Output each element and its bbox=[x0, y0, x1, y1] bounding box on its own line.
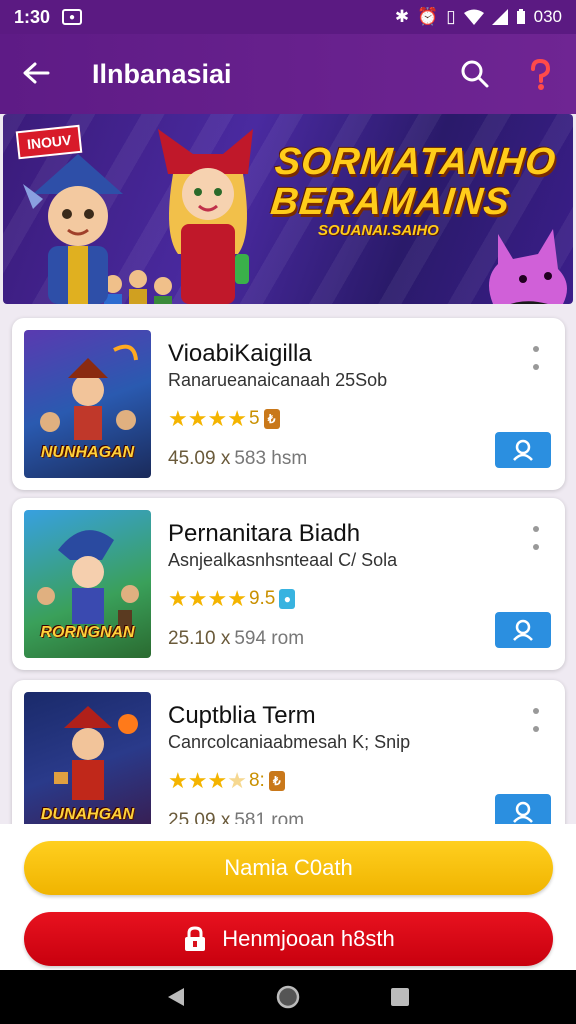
battery-icon bbox=[516, 9, 526, 25]
star-icon: ★ bbox=[168, 768, 188, 793]
back-arrow-icon[interactable] bbox=[22, 56, 62, 93]
status-time: 1:30 bbox=[14, 6, 51, 27]
game-title: Pernanitara Biadh bbox=[168, 520, 361, 547]
banner-hero-girl-illustration bbox=[158, 129, 253, 304]
game-list[interactable]: NUNHAGAN VioabiKaigilla Ranarueanaicanaa… bbox=[0, 314, 576, 824]
status-bar: 1:30 ● ✱ ⏰ ▯ 030 bbox=[0, 0, 576, 34]
game-subtitle: Canrcolcaniaabmesah K; Snip bbox=[168, 732, 411, 752]
search-icon[interactable] bbox=[460, 59, 490, 89]
list-item[interactable]: NUNHAGAN VioabiKaigilla Ranarueanaicanaa… bbox=[12, 318, 565, 490]
banner-headline: SORMATANHO BERAMAINS bbox=[268, 141, 559, 223]
alarm-icon: ⏰ bbox=[417, 7, 439, 26]
star-icon: ★ bbox=[187, 768, 208, 793]
user-icon bbox=[513, 439, 533, 461]
bluetooth-icon: ✱ bbox=[394, 7, 410, 26]
game-rating: ★ ★ ★ ★ 9.5 ● bbox=[168, 586, 296, 612]
game-price-row: 25.09 x 581 rom bbox=[168, 810, 304, 824]
game-meta: 583 hsm bbox=[234, 448, 308, 469]
promo-banner[interactable]: INOUV SORMATANHO BERAMAINS SOUANAI.SAIHO bbox=[3, 114, 573, 304]
rating-value: 8: bbox=[248, 770, 265, 791]
game-title: VioabiKaigilla bbox=[168, 340, 312, 367]
status-icons: ✱ ⏰ ▯ 030 bbox=[395, 7, 562, 27]
game-action-button[interactable] bbox=[495, 612, 551, 648]
banner-wolf-illustration bbox=[489, 229, 567, 304]
rating-badge-icon: ● bbox=[279, 589, 296, 609]
game-title: Cuptblia Term bbox=[168, 702, 316, 729]
game-action-button[interactable] bbox=[495, 794, 551, 824]
banner-subheadline: SOUANAI.SAIHO bbox=[318, 222, 439, 239]
nav-home-icon[interactable] bbox=[274, 983, 302, 1011]
game-thumbnail[interactable]: DUNAHGAN bbox=[24, 692, 151, 824]
list-item[interactable]: DUNAHGAN Cuptblia Term Canrcolcaniaabmes… bbox=[12, 680, 565, 824]
secondary-button-label: Henmjooan h8sth bbox=[222, 926, 395, 951]
bottom-action-panel: Namia C0ath Henmjooan h8sth bbox=[0, 824, 576, 970]
star-icon: ★ bbox=[168, 406, 188, 431]
game-thumbnail-title: DUNAHGAN bbox=[40, 806, 135, 823]
game-action-button[interactable] bbox=[495, 432, 551, 468]
rating-value: 9.5 bbox=[248, 588, 276, 609]
game-meta: 581 rom bbox=[234, 810, 305, 824]
game-subtitle: Asnjealkasnhsnteaal C/ Sola bbox=[168, 550, 398, 570]
star-icon: ★ bbox=[227, 586, 247, 611]
user-icon bbox=[513, 619, 533, 641]
lock-icon bbox=[182, 926, 208, 952]
vibrate-icon: ▯ bbox=[446, 7, 456, 26]
nav-recents-icon[interactable] bbox=[386, 983, 414, 1011]
game-price: 25.10 x bbox=[168, 628, 231, 649]
star-icon: ★ bbox=[187, 586, 208, 611]
more-options-icon[interactable] bbox=[533, 526, 539, 550]
game-thumbnail[interactable]: NUNHAGAN bbox=[24, 330, 151, 478]
battery-text: 030 bbox=[533, 7, 562, 26]
game-thumbnail[interactable]: RORNGNAN bbox=[24, 510, 151, 658]
banner-headline-line1: SORMATANHO bbox=[272, 141, 559, 183]
rating-badge-icon: ₺ bbox=[263, 409, 280, 429]
app-bar: Ilnbanasiai bbox=[0, 34, 576, 114]
primary-button[interactable]: Namia C0ath bbox=[24, 841, 553, 895]
more-options-icon[interactable] bbox=[533, 708, 539, 732]
game-rating: ★ ★ ★ ★ 8: ₺ bbox=[168, 768, 285, 794]
star-icon: ★ bbox=[207, 586, 228, 611]
game-thumbnail-title: RORNGNAN bbox=[40, 624, 135, 641]
user-icon bbox=[513, 801, 533, 823]
list-item[interactable]: RORNGNAN Pernanitara Biadh Asnjealkasnhs… bbox=[12, 498, 565, 670]
game-price-row: 45.09 x 583 hsm bbox=[168, 448, 307, 470]
more-options-icon[interactable] bbox=[533, 346, 539, 370]
banner-hero-boy-illustration bbox=[23, 154, 123, 304]
system-navigation-bar bbox=[0, 970, 576, 1024]
star-icon: ★ bbox=[207, 406, 228, 431]
signal-icon bbox=[491, 9, 508, 25]
game-price: 45.09 x bbox=[168, 448, 231, 469]
star-icon: ★ bbox=[227, 406, 247, 431]
game-meta: 594 rom bbox=[234, 628, 305, 649]
star-icon: ★ bbox=[227, 768, 247, 793]
game-price: 25.09 x bbox=[168, 810, 231, 824]
notification-icon: ● bbox=[62, 9, 83, 25]
game-price-row: 25.10 x 594 rom bbox=[168, 628, 304, 650]
nav-back-icon[interactable] bbox=[162, 983, 190, 1011]
star-icon: ★ bbox=[207, 768, 228, 793]
game-subtitle: Ranarueanaicanaah 25Sob bbox=[168, 370, 388, 390]
rating-badge-icon: ₺ bbox=[268, 771, 285, 791]
rating-value: 5 bbox=[248, 408, 260, 429]
page-title: Ilnbanasiai bbox=[92, 58, 232, 89]
star-icon: ★ bbox=[168, 586, 188, 611]
game-thumbnail-art bbox=[54, 706, 138, 800]
game-thumbnail-title: NUNHAGAN bbox=[40, 444, 135, 461]
game-rating: ★ ★ ★ ★ 5 ₺ bbox=[168, 406, 280, 432]
secondary-button[interactable]: Henmjooan h8sth bbox=[24, 912, 553, 966]
wifi-icon bbox=[463, 9, 484, 25]
help-icon[interactable] bbox=[526, 58, 554, 90]
banner-headline-line2: BERAMAINS bbox=[268, 181, 513, 223]
star-icon: ★ bbox=[187, 406, 208, 431]
